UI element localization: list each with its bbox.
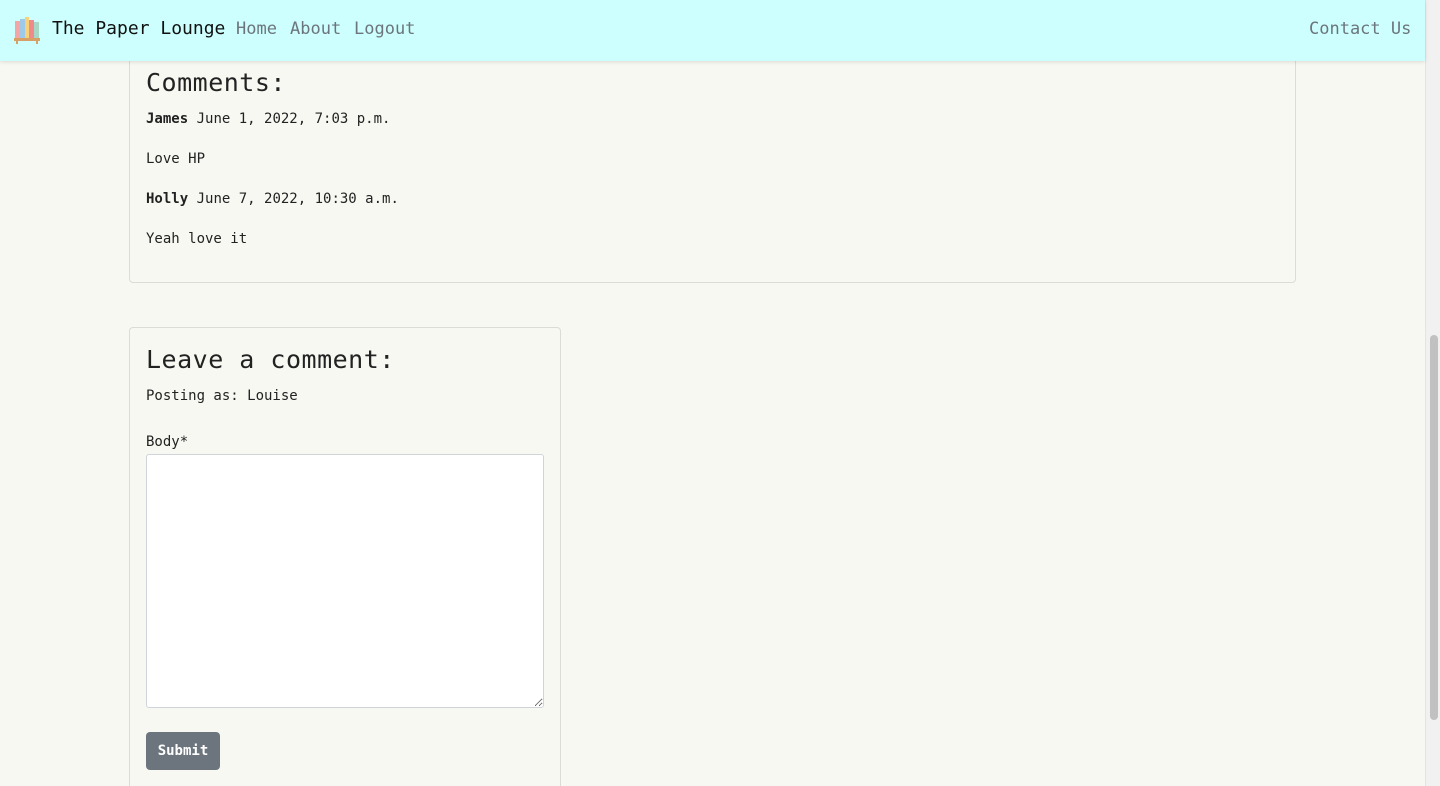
comments-card: Comments: James June 1, 2022, 7:03 p.m. … <box>129 30 1296 283</box>
comment-body: Love HP <box>146 151 206 167</box>
comment-date: June 7, 2022, 10:30 a.m. <box>196 191 399 207</box>
nav-logout[interactable]: Logout <box>354 18 415 40</box>
navbar: The Paper Lounge Home About Logout Conta… <box>0 0 1425 61</box>
books-icon <box>12 14 42 44</box>
comment-author: James <box>146 111 189 127</box>
comment-meta: Holly June 7, 2022, 10:30 a.m. <box>146 191 399 207</box>
comment-date: June 1, 2022, 7:03 p.m. <box>196 111 391 127</box>
submit-button[interactable]: Submit <box>146 732 220 770</box>
brand-link[interactable]: The Paper Lounge <box>12 14 225 44</box>
form-heading: Leave a comment: <box>146 345 395 374</box>
nav-about[interactable]: About <box>290 18 341 40</box>
comments-heading: Comments: <box>146 68 286 97</box>
comment-form-card: Leave a comment: Posting as: Louise Body… <box>129 327 561 786</box>
comment-meta: James June 1, 2022, 7:03 p.m. <box>146 111 390 127</box>
posting-as-text: Posting as: Louise <box>146 388 298 404</box>
scrollbar-thumb[interactable] <box>1430 335 1438 720</box>
nav-home[interactable]: Home <box>236 18 277 40</box>
body-label: Body* <box>146 434 189 450</box>
comment-author: Holly <box>146 191 189 207</box>
comment-body-textarea[interactable] <box>146 454 544 708</box>
comment-body: Yeah love it <box>146 231 248 247</box>
scrollbar[interactable] <box>1425 0 1440 786</box>
brand-title: The Paper Lounge <box>52 18 226 39</box>
page: The Paper Lounge Home About Logout Conta… <box>0 0 1440 786</box>
nav-contact-us[interactable]: Contact Us <box>1309 18 1411 40</box>
